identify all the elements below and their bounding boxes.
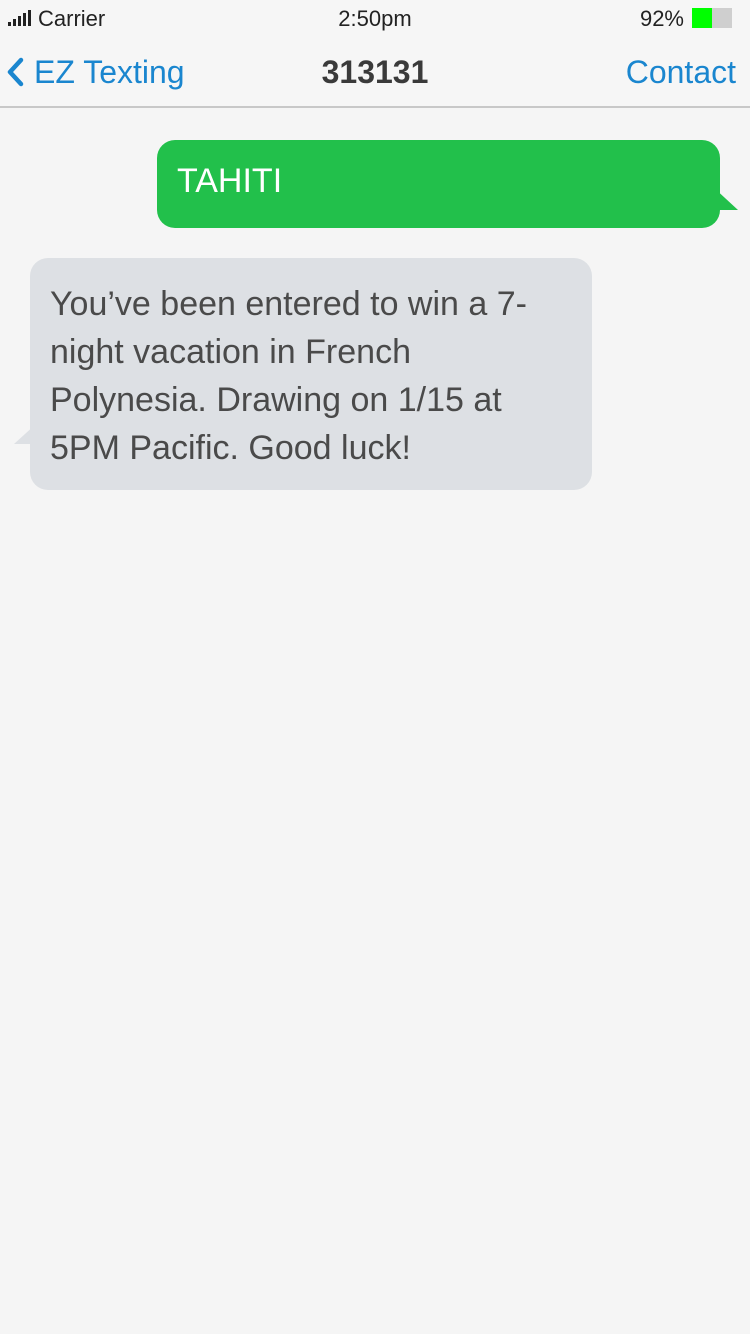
outgoing-bubble-tail <box>712 186 738 210</box>
navigation-bar: EZ Texting 313131 Contact <box>0 38 750 108</box>
incoming-bubble-tail <box>14 424 36 444</box>
contact-button[interactable]: Contact <box>626 54 736 91</box>
battery-level <box>692 8 712 28</box>
battery-icon <box>692 8 732 28</box>
status-bar: Carrier 2:50pm 92% <box>0 0 750 38</box>
status-time: 2:50pm <box>338 6 412 31</box>
outgoing-message-bubble[interactable]: TAHITI <box>157 140 720 228</box>
incoming-message-bubble[interactable]: You’ve been entered to win a 7-night vac… <box>30 258 592 490</box>
incoming-message-text: You’ve been entered to win a 7-night vac… <box>50 285 527 467</box>
outgoing-message-text: TAHITI <box>177 162 283 200</box>
battery-percent: 92% <box>639 6 684 31</box>
